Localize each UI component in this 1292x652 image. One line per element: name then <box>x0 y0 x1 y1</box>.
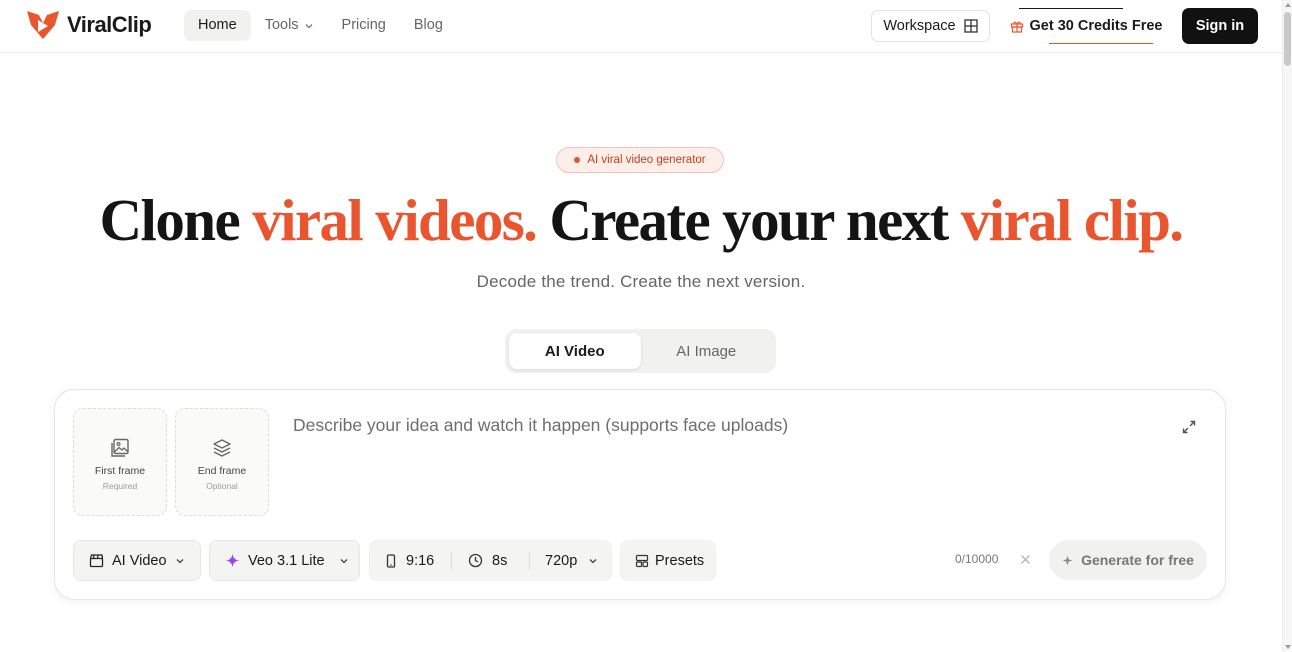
clapperboard-icon <box>89 554 104 568</box>
gift-icon <box>1010 21 1023 33</box>
nav-pricing-label: Pricing <box>341 17 386 33</box>
credits-label: Get 30 Credits Free <box>1029 18 1163 34</box>
aspect-ratio-value: 9:16 <box>406 552 435 569</box>
nav-pricing[interactable]: Pricing <box>328 10 400 41</box>
aspect-ratio-select[interactable]: 9:16 <box>370 540 451 581</box>
image-upload-icon <box>111 438 129 457</box>
chevron-down-icon <box>589 558 597 563</box>
model-label: Veo 3.1 Lite <box>248 552 325 569</box>
phone-portrait-icon <box>386 553 396 568</box>
scroll-up-arrow-icon[interactable] <box>1285 3 1291 7</box>
resolution-value: 720p <box>545 552 578 569</box>
clear-button[interactable] <box>1017 551 1033 567</box>
resolution-select[interactable]: 720p <box>530 540 598 581</box>
headline-part-2: Create your next <box>536 187 961 253</box>
expand-button[interactable] <box>1179 417 1199 437</box>
tab-ai-image[interactable]: AI Image <box>641 333 773 369</box>
clock-icon <box>468 553 483 568</box>
expand-icon <box>1182 420 1196 434</box>
brand-name: ViralClip <box>67 12 152 37</box>
generation-type-select[interactable]: AI Video <box>73 540 201 581</box>
presets-button[interactable]: Presets <box>620 540 716 581</box>
chevron-down-icon <box>340 558 348 563</box>
end-frame-upload[interactable]: End frame Optional <box>175 408 269 516</box>
end-frame-sub: Optional <box>206 481 238 491</box>
sign-in-button[interactable]: Sign in <box>1182 8 1258 44</box>
brand-logo[interactable]: ViralClip <box>25 9 152 41</box>
generation-type-label: AI Video <box>112 552 167 569</box>
end-frame-title: End frame <box>197 465 247 477</box>
sparkle-icon <box>1062 555 1073 565</box>
mode-toggle: AI Video AI Image <box>505 329 776 373</box>
layers-icon <box>213 439 231 457</box>
hero-subtitle: Decode the trend. Create the next versio… <box>476 272 806 291</box>
hero-headline: Clone viral videos. Create your next vir… <box>0 184 1282 256</box>
scroll-down-arrow-icon[interactable] <box>1285 645 1291 649</box>
badge-dot-icon <box>574 157 581 163</box>
first-frame-upload[interactable]: First frame Required <box>73 408 167 516</box>
nav-home-label: Home <box>198 17 237 33</box>
hero-badge: AI viral video generator <box>556 147 724 173</box>
presets-label: Presets <box>655 552 705 569</box>
presets-icon <box>635 554 649 567</box>
close-icon <box>1020 554 1030 564</box>
veo-sparkle-icon <box>225 553 240 568</box>
duration-value: 8s <box>492 552 508 569</box>
first-frame-title: First frame <box>94 465 146 477</box>
headline-accent-1: viral videos. <box>252 187 538 253</box>
tab-ai-video[interactable]: AI Video <box>509 333 641 369</box>
page-scrollbar[interactable] <box>1282 0 1292 652</box>
get-credits-button[interactable]: Get 30 Credits Free <box>1001 8 1171 44</box>
video-settings-group: 9:16 8s 720p <box>369 540 612 581</box>
prompt-composer: First frame Required End frame Optional … <box>54 389 1226 600</box>
first-frame-sub: Required <box>102 481 138 491</box>
hero-badge-label: AI viral video generator <box>587 154 706 166</box>
character-counter: 0/10000 <box>955 552 999 566</box>
workspace-label: Workspace <box>883 18 956 34</box>
workspace-button[interactable]: Workspace <box>871 10 990 42</box>
chevron-down-icon <box>176 558 184 563</box>
nav-home[interactable]: Home <box>184 10 251 41</box>
duration-select[interactable]: 8s <box>452 540 529 581</box>
generate-button[interactable]: Generate for free <box>1049 540 1207 580</box>
top-header: ViralClip Home Tools Pricing Blog Worksp… <box>0 0 1282 53</box>
nav-tools[interactable]: Tools <box>251 10 328 41</box>
nav-blog[interactable]: Blog <box>400 10 457 41</box>
chevron-down-icon <box>305 23 313 28</box>
prompt-input[interactable] <box>293 410 1153 440</box>
nav-blog-label: Blog <box>413 17 443 33</box>
viralclip-logo-icon <box>27 11 59 39</box>
model-select[interactable]: Veo 3.1 Lite <box>209 540 360 581</box>
main-nav: Home Tools Pricing Blog <box>184 10 457 41</box>
headline-part-1: Clone <box>99 187 253 253</box>
grid-icon <box>963 19 978 33</box>
scrollbar-thumb[interactable] <box>1284 12 1291 66</box>
headline-accent-2: viral clip. <box>960 187 1184 253</box>
generate-label: Generate for free <box>1081 552 1194 568</box>
nav-tools-label: Tools <box>264 17 299 33</box>
